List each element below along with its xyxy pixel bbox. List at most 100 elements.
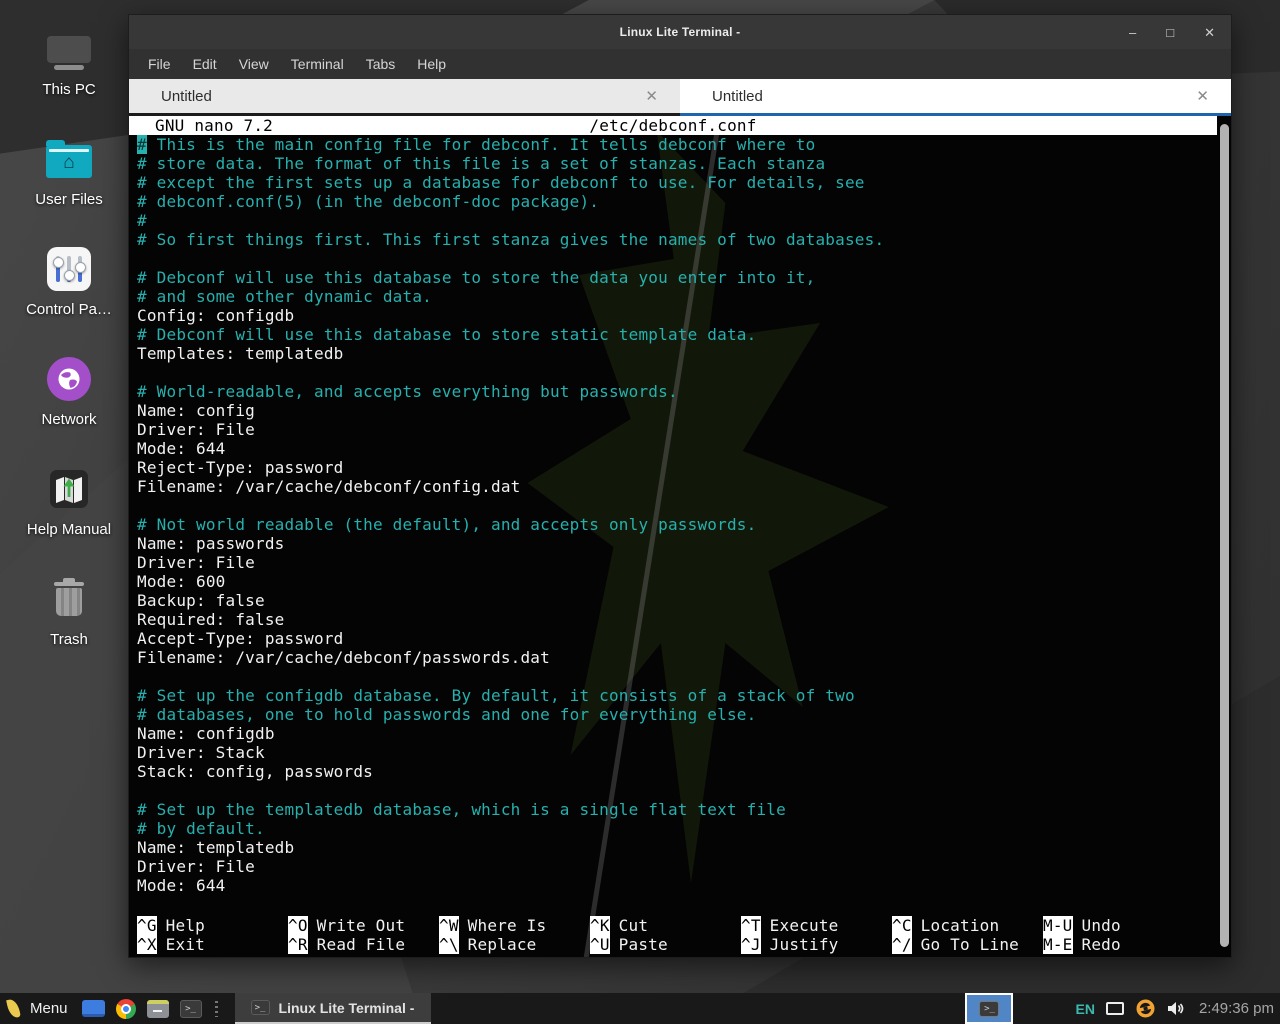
nano-shortcut: ^OWrite Out xyxy=(288,916,439,935)
shortcut-label: Go To Line xyxy=(921,935,1019,954)
desktop-icon-trash[interactable]: Trash xyxy=(8,576,130,648)
terminal-line: # Debconf will use this database to stor… xyxy=(137,268,1231,287)
terminal-icon: >_ xyxy=(251,1000,270,1015)
terminal-line: # and some other dynamic data. xyxy=(137,287,1231,306)
shortcut-label: Where Is xyxy=(468,916,547,935)
shortcut-key: ^G xyxy=(137,916,157,935)
linux-lite-logo-icon[interactable] xyxy=(6,998,21,1019)
home-folder-icon: ⌂ xyxy=(46,136,92,182)
menu-help[interactable]: Help xyxy=(406,52,457,76)
clock[interactable]: 2:49:36 pm xyxy=(1199,1000,1274,1017)
display-settings-icon[interactable] xyxy=(1106,1002,1124,1015)
nano-shortcut: ^XExit xyxy=(137,935,288,954)
nano-shortcut: M-ERedo xyxy=(1043,935,1194,954)
text-cursor: # xyxy=(137,135,147,154)
terminal-line: Mode: 644 xyxy=(137,876,1231,895)
tab-close-icon[interactable]: ✕ xyxy=(1192,85,1213,107)
shortcut-label: Read File xyxy=(317,935,406,954)
terminal-line: # Set up the configdb database. By defau… xyxy=(137,686,1231,705)
nano-shortcut: ^CLocation xyxy=(892,916,1043,935)
terminal-line: Name: config xyxy=(137,401,1231,420)
menu-terminal[interactable]: Terminal xyxy=(280,52,355,76)
nano-shortcut: ^R Read File xyxy=(288,935,439,954)
desktop-icon-network[interactable]: Network xyxy=(8,356,130,428)
computer-icon xyxy=(47,26,91,72)
terminal-line: Backup: false xyxy=(137,591,1231,610)
workspace-pager-icon[interactable] xyxy=(82,1000,105,1017)
terminal-line: Stack: config, passwords xyxy=(137,762,1231,781)
shortcut-key: ^\ xyxy=(439,935,459,954)
terminal-line: # This is the main config file for debco… xyxy=(137,135,1231,154)
globe-icon xyxy=(47,356,91,402)
desktop-icon-user-files[interactable]: ⌂ User Files xyxy=(8,136,130,208)
window-title: Linux Lite Terminal - xyxy=(620,25,741,39)
terminal-line: Name: templatedb xyxy=(137,838,1231,857)
menubar: File Edit View Terminal Tabs Help xyxy=(129,49,1231,79)
menu-view[interactable]: View xyxy=(228,52,280,76)
terminal-view[interactable]: GNU nano 7.2 /etc/debconf.conf # This is… xyxy=(129,116,1231,957)
terminal-line xyxy=(137,496,1231,515)
maximize-icon[interactable]: □ xyxy=(1166,26,1174,39)
desktop-icon-label: This PC xyxy=(42,81,95,98)
tab-close-icon[interactable]: ✕ xyxy=(641,85,662,107)
shortcut-key: ^R xyxy=(288,935,308,954)
terminal-line xyxy=(137,667,1231,686)
shortcut-key: ^J xyxy=(741,935,761,954)
terminal-line: # except the first sets up a database fo… xyxy=(137,173,1231,192)
tab-label: Untitled xyxy=(161,88,212,105)
terminal-line: Driver: Stack xyxy=(137,743,1231,762)
scrollbar-thumb[interactable] xyxy=(1220,124,1229,947)
nano-shortcut: M-UUndo xyxy=(1043,916,1194,935)
shortcut-key: ^K xyxy=(590,916,610,935)
terminal-line: Driver: File xyxy=(137,553,1231,572)
shortcut-label: Location xyxy=(921,916,1000,935)
terminal-line: Filename: /var/cache/debconf/passwords.d… xyxy=(137,648,1231,667)
keyboard-layout-indicator[interactable]: EN xyxy=(1075,1001,1094,1017)
tab-untitled-2[interactable]: Untitled ✕ xyxy=(680,79,1231,116)
chrome-launcher-icon[interactable] xyxy=(116,999,136,1019)
taskbar: Menu >_ >_ Linux Lite Terminal - >_ EN xyxy=(0,993,1280,1024)
menu-file[interactable]: File xyxy=(137,52,182,76)
nano-filename: /etc/debconf.conf xyxy=(589,116,756,135)
shortcut-label: Paste xyxy=(619,935,668,954)
menu-tabs[interactable]: Tabs xyxy=(355,52,407,76)
terminal-line: Required: false xyxy=(137,610,1231,629)
terminal-text: # This is the main config file for debco… xyxy=(129,135,1231,895)
nano-shortcut: ^TExecute xyxy=(741,916,892,935)
desktop-icon-help-manual[interactable]: Help Manual xyxy=(8,466,130,538)
desktop-icon-this-pc[interactable]: This PC xyxy=(8,26,130,98)
tab-untitled-1[interactable]: Untitled ✕ xyxy=(129,79,680,116)
task-button-terminal[interactable]: >_ Linux Lite Terminal - xyxy=(235,993,431,1024)
nano-shortcut: ^UPaste xyxy=(590,935,741,954)
terminal-line: Name: passwords xyxy=(137,534,1231,553)
volume-icon[interactable] xyxy=(1167,1001,1184,1016)
terminal-icon: >_ xyxy=(979,1001,999,1017)
terminal-line: # debconf.conf(5) (in the debconf-doc pa… xyxy=(137,192,1231,211)
terminal-line: # xyxy=(137,211,1231,230)
menu-edit[interactable]: Edit xyxy=(182,52,228,76)
terminal-launcher-icon[interactable]: >_ xyxy=(180,1000,202,1018)
terminal-line: Mode: 644 xyxy=(137,439,1231,458)
terminal-line: Reject-Type: password xyxy=(137,458,1231,477)
nano-shortcuts: ^GHelp^OWrite Out^WWhere Is^KCut^TExecut… xyxy=(137,916,1209,954)
desktop-icon-control-panel[interactable]: Control Pa… xyxy=(8,246,130,318)
map-manual-icon xyxy=(49,466,89,512)
shortcut-key: ^X xyxy=(137,935,157,954)
minimize-icon[interactable]: – xyxy=(1129,26,1136,39)
nano-shortcut: ^GHelp xyxy=(137,916,288,935)
nano-shortcut-row-1: ^GHelp^OWrite Out^WWhere Is^KCut^TExecut… xyxy=(137,916,1209,935)
start-menu-button[interactable]: Menu xyxy=(30,1000,68,1017)
file-manager-launcher-icon[interactable] xyxy=(147,1000,169,1018)
shortcut-key: ^W xyxy=(439,916,459,935)
close-icon[interactable]: ✕ xyxy=(1204,26,1215,39)
tray-terminal-icon[interactable]: >_ xyxy=(965,993,1013,1024)
window-titlebar[interactable]: Linux Lite Terminal - – □ ✕ xyxy=(129,15,1231,49)
shortcut-label: Write Out xyxy=(317,916,406,935)
terminal-line xyxy=(137,249,1231,268)
shortcut-key: ^/ xyxy=(892,935,912,954)
updates-icon[interactable] xyxy=(1135,998,1156,1019)
nano-titlebar: GNU nano 7.2 /etc/debconf.conf xyxy=(129,116,1217,135)
terminal-line: Name: configdb xyxy=(137,724,1231,743)
tab-bar: Untitled ✕ Untitled ✕ xyxy=(129,79,1231,116)
task-button-label: Linux Lite Terminal - xyxy=(279,1000,415,1016)
